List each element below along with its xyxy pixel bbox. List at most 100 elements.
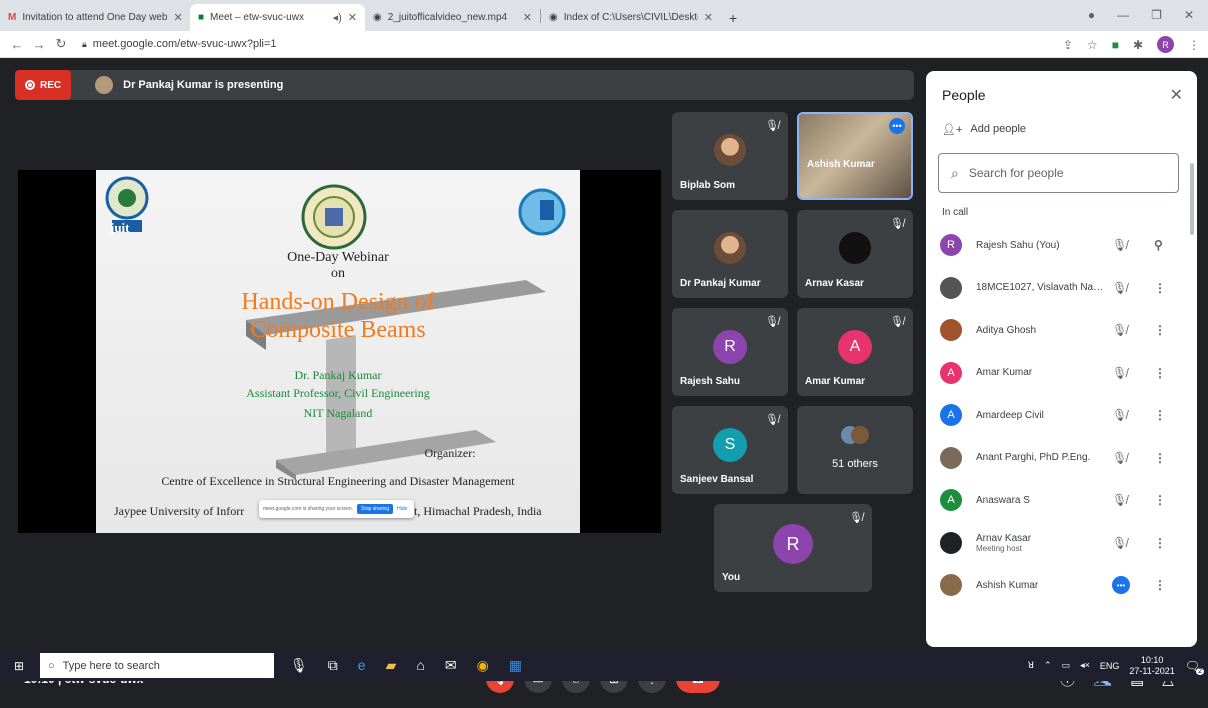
hide-button[interactable]: Hide — [397, 506, 407, 512]
forward-icon[interactable]: → — [28, 37, 50, 52]
tab-label: Invitation to attend One Day web — [22, 12, 168, 23]
avatar: A — [940, 404, 962, 427]
language-indicator[interactable]: ENG — [1100, 661, 1120, 671]
more-icon[interactable]: ⋮ — [1154, 493, 1166, 507]
store-icon[interactable]: ⌂ — [416, 657, 424, 674]
more-icon[interactable]: ⋮ — [1154, 536, 1166, 550]
list-item[interactable]: R Rajesh Sahu (You) 🎙︎̸ ⚲ — [926, 224, 1189, 267]
tile-you[interactable]: 🎙︎̸ R You — [714, 504, 872, 592]
close-icon[interactable]: ✕ — [173, 11, 182, 24]
network-icon[interactable]: ▭ — [1062, 660, 1071, 671]
scrollbar[interactable] — [1190, 163, 1194, 235]
stop-sharing-button[interactable]: Stop sharing — [357, 504, 394, 514]
close-window-icon[interactable]: ✕ — [1184, 8, 1194, 22]
tile-ashish-kumar[interactable]: ••• Ashish Kumar — [797, 112, 913, 200]
add-people-label: Add people — [970, 123, 1027, 135]
task-view-icon[interactable]: ⧉ — [328, 657, 338, 674]
url-field[interactable]: 🔒︎ meet.google.com/etw-svuc-uwx?pli=1 — [82, 38, 277, 50]
more-icon[interactable]: ⋮ — [1154, 281, 1166, 295]
search-people-input[interactable] — [968, 166, 1149, 180]
chrome-icon[interactable]: ◉ — [477, 657, 489, 674]
tab-meet[interactable]: ■ Meet – etw-svuc-uwx ◂) ✕ — [190, 4, 365, 31]
meet-icon: ■ — [198, 12, 205, 23]
add-people-button[interactable]: 👤︎+ Add people — [942, 123, 1026, 136]
avatar — [940, 531, 962, 554]
edge-icon[interactable]: e — [358, 657, 366, 674]
institute-seal — [301, 184, 367, 250]
more-icon[interactable]: ⋮ — [1154, 408, 1166, 422]
tile-others[interactable]: 51 others — [797, 406, 913, 494]
participant-photo — [839, 232, 871, 264]
volume-icon[interactable]: ◂× — [1080, 660, 1090, 671]
tab-index[interactable]: ◉ Index of C:\Users\CIVIL\Desktop\ ✕ — [541, 4, 721, 31]
clock[interactable]: 10:10 27-11-2021 — [1129, 655, 1174, 677]
list-item[interactable]: A Amardeep Civil 🎙︎̸ ⋮ — [926, 394, 1189, 437]
list-item[interactable]: A Anaswara S 🎙︎̸ ⋮ — [926, 479, 1189, 522]
bookmark-star-icon[interactable]: ☆ — [1087, 38, 1098, 52]
restore-icon[interactable]: ❐ — [1151, 8, 1162, 22]
avatar — [940, 319, 962, 342]
reload-icon[interactable]: ↻ — [50, 36, 72, 52]
mic-off-icon: 🎙︎̸ — [765, 316, 779, 328]
close-icon[interactable]: ✕ — [523, 11, 532, 24]
tile-rajesh-sahu[interactable]: 🎙︎̸ R Rajesh Sahu — [672, 308, 788, 396]
tile-biplab-som[interactable]: 🎙︎̸ Biplab Som — [672, 112, 788, 200]
tab-gmail[interactable]: M Invitation to attend One Day web ✕ — [0, 4, 190, 31]
person-name: Ashish Kumar — [976, 579, 1039, 591]
avatar: R — [713, 330, 747, 364]
slide-university-left: Jaypee University of Inforr — [114, 504, 245, 518]
mic-off-icon: 🎙︎̸ — [849, 512, 863, 524]
people-tray-icon[interactable]: ꓤ — [1028, 660, 1034, 671]
extension-icon[interactable]: ■ — [1112, 38, 1119, 52]
more-icon[interactable]: ⋮ — [1154, 366, 1166, 380]
tile-amar-kumar[interactable]: 🎙︎̸ A Amar Kumar — [797, 308, 913, 396]
tile-sanjeev-bansal[interactable]: 🎙︎̸ S Sanjeev Bansal — [672, 406, 788, 494]
more-icon[interactable]: ⋮ — [1154, 451, 1166, 465]
tile-dr-pankaj-kumar[interactable]: Dr Pankaj Kumar — [672, 210, 788, 298]
list-item[interactable]: Arnav Kasar Meeting host 🎙︎̸ ⋮ — [926, 522, 1189, 565]
search-people-field[interactable]: ⌕ — [938, 153, 1179, 193]
tile-arnav-kasar[interactable]: 🎙︎̸ Arnav Kasar — [797, 210, 913, 298]
list-item[interactable]: A Amar Kumar 🎙︎̸ ⋮ — [926, 352, 1189, 395]
file-explorer-icon[interactable]: ▰ — [386, 657, 397, 674]
taskbar-search[interactable]: ○ Type here to search — [40, 653, 274, 678]
menu-icon[interactable]: ⋮ — [1188, 38, 1200, 52]
more-icon[interactable]: ⋮ — [1154, 323, 1166, 337]
list-item[interactable]: Anant Parghi, PhD P.Eng. 🎙︎̸ ⋮ — [926, 437, 1189, 480]
list-item[interactable]: 18MCE1027, Vislavath Nar... 🎙︎̸ ⋮ — [926, 267, 1189, 310]
mic-off-icon: 🎙︎̸ — [1112, 493, 1128, 508]
pin-icon[interactable]: ⚲ — [1154, 238, 1163, 252]
list-item[interactable]: Aditya Ghosh 🎙︎̸ ⋮ — [926, 309, 1189, 352]
profile-avatar[interactable]: R — [1157, 36, 1174, 53]
list-item[interactable]: Ashish Kumar ••• ⋮ — [926, 564, 1189, 607]
more-options-icon[interactable]: ••• — [889, 118, 905, 134]
toolbar-right: ⇪ ☆ ■ ✱ R ⋮ — [1063, 36, 1200, 53]
more-icon[interactable]: ⋮ — [1154, 578, 1166, 592]
back-icon[interactable]: ← — [6, 37, 28, 52]
puzzle-icon[interactable]: ✱ — [1133, 38, 1143, 52]
clock-date: 27-11-2021 — [1129, 665, 1175, 676]
media-icon[interactable]: ● — [1088, 8, 1095, 22]
notifications-icon[interactable]: 🗨︎ 2 — [1185, 659, 1204, 675]
tab-video[interactable]: ◉ 2_juitofficalvideo_new.mp4 ✕ — [365, 4, 540, 31]
meet-stage: REC Dr Pankaj Kumar is presenting juit O… — [0, 58, 1208, 693]
windows-start-icon[interactable]: ⊞ — [14, 659, 24, 673]
mail-icon[interactable]: ✉ — [445, 657, 457, 674]
close-icon[interactable]: ✕ — [704, 11, 713, 24]
tab-label: Meet – etw-svuc-uwx — [210, 12, 304, 23]
avatar: A — [838, 330, 872, 364]
screen-share-popup: meet.google.com is sharing your screen. … — [259, 500, 414, 518]
mic-icon[interactable]: 🎙︎ — [290, 657, 308, 674]
new-tab-button[interactable]: + — [721, 4, 745, 31]
participant-name: Biplab Som — [680, 180, 736, 191]
close-icon[interactable]: ✕ — [1170, 85, 1183, 105]
address-bar: ← → ↻ 🔒︎ meet.google.com/etw-svuc-uwx?pl… — [0, 31, 1208, 58]
app-icon[interactable]: ▦ — [509, 657, 522, 674]
minimize-icon[interactable]: — — [1117, 8, 1129, 22]
close-icon[interactable]: ✕ — [348, 11, 357, 24]
mic-off-icon: 🎙︎̸ — [1112, 280, 1128, 295]
slide-line2: on — [331, 266, 345, 281]
in-call-label: In call — [942, 207, 969, 218]
chevron-up-icon[interactable]: ⌃ — [1044, 660, 1052, 671]
share-icon[interactable]: ⇪ — [1063, 38, 1073, 52]
